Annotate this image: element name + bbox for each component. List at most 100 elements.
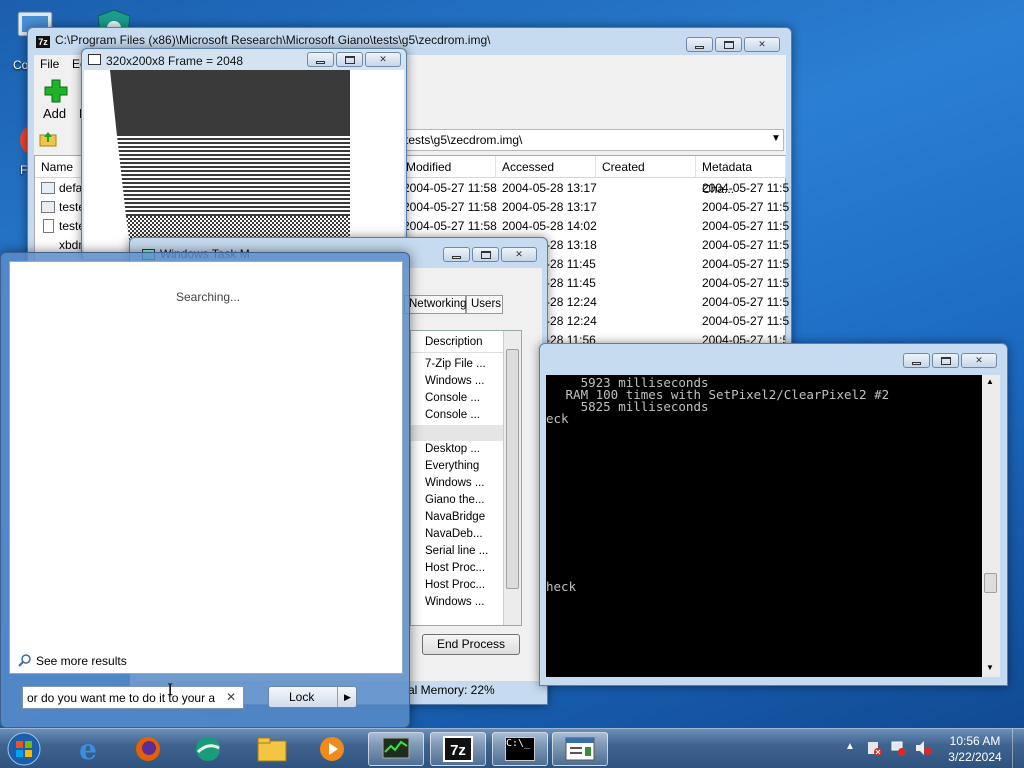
console-line: heck — [546, 579, 577, 594]
process-item[interactable]: Desktop ... — [425, 443, 480, 455]
taskbar-ie-button[interactable]: e — [60, 732, 116, 766]
process-item[interactable]: NavaBridge — [425, 511, 485, 523]
close-icon: ✕ — [515, 249, 523, 259]
network-icon[interactable] — [890, 740, 906, 756]
file-metadata: 2004-05-27 11:5 — [702, 257, 790, 271]
action-center-icon[interactable] — [866, 740, 882, 756]
clock-time: 10:56 AM — [949, 734, 1001, 748]
minimize-icon — [316, 60, 325, 64]
maximize-button[interactable] — [932, 353, 959, 368]
close-button[interactable]: ✕ — [961, 353, 997, 368]
search-input[interactable]: or do you want me to do it to your a ✕ — [22, 686, 244, 709]
taskbar-explorer-button[interactable] — [244, 732, 300, 766]
process-item-selected[interactable] — [411, 425, 503, 441]
file-modified: 2004-05-27 11:58 — [403, 219, 497, 233]
lock-options-arrow-icon[interactable]: ▶ — [337, 687, 357, 707]
clock-date: 3/22/2024 — [948, 750, 1002, 764]
address-dropdown-icon[interactable]: ▼ — [771, 133, 781, 144]
col-modified[interactable]: Modified — [400, 156, 496, 178]
file-metadata: 2004-05-27 11:5 — [702, 314, 790, 328]
end-process-button[interactable]: End Process — [422, 634, 520, 655]
scroll-down-icon[interactable]: ▼ — [986, 663, 994, 672]
add-button[interactable]: Add — [43, 106, 66, 121]
show-desktop-button[interactable] — [1012, 729, 1024, 768]
tab-users[interactable]: Users — [466, 295, 503, 314]
start-results-pane: Searching... See more results — [9, 261, 403, 674]
process-item[interactable]: Console ... — [425, 409, 480, 421]
clear-search-icon[interactable]: ✕ — [226, 690, 236, 704]
file-modified: 2004-05-27 11:58 — [403, 200, 497, 214]
file-accessed: 2004-05-28 14:02 — [502, 219, 597, 233]
process-item[interactable]: Giano the... — [425, 494, 484, 506]
maximize-button[interactable] — [715, 37, 742, 52]
show-hidden-icons-icon[interactable]: ▲ — [845, 741, 855, 752]
text-cursor-icon: I — [167, 680, 174, 699]
maximize-icon — [480, 250, 491, 259]
volume-muted-icon[interactable] — [914, 740, 932, 756]
console-screen[interactable]: 5923 milliseconds RAM 100 times with Set… — [546, 375, 982, 677]
process-item[interactable]: Everything — [425, 460, 479, 472]
col-description[interactable]: Description — [411, 331, 503, 353]
minimize-button[interactable] — [443, 247, 470, 262]
taskbar-app-button[interactable] — [180, 732, 236, 766]
scroll-thumb[interactable] — [506, 349, 519, 589]
process-list-scrollbar[interactable] — [503, 331, 521, 625]
maximize-button[interactable] — [336, 52, 363, 67]
close-icon: ✕ — [975, 355, 983, 365]
minimize-button[interactable] — [903, 353, 930, 368]
process-item[interactable]: Host Proc... — [425, 579, 485, 591]
taskbar-taskmgr-button[interactable] — [368, 732, 424, 766]
process-item[interactable]: 7-Zip File ... — [425, 358, 486, 370]
start-button[interactable] — [4, 730, 44, 768]
status-memory: al Memory: 22% — [408, 683, 495, 697]
col-created[interactable]: Created — [596, 156, 696, 178]
col-metadata[interactable]: Metadata Cha... — [696, 156, 786, 196]
taskbar-firefox-button[interactable] — [120, 732, 176, 766]
process-item[interactable]: Windows ... — [425, 375, 484, 387]
maximize-icon — [344, 55, 355, 64]
process-item[interactable]: Windows ... — [425, 477, 484, 489]
taskbar-media-button[interactable] — [304, 732, 360, 766]
lock-button[interactable]: Lock ▶ — [268, 686, 357, 708]
console-line: 5825 milliseconds — [558, 399, 709, 414]
menu-file[interactable]: File — [40, 57, 59, 71]
file-name: defa — [59, 181, 83, 195]
file-metadata: 2004-05-27 11:5 — [702, 295, 790, 309]
col-accessed[interactable]: Accessed — [496, 156, 596, 178]
minimize-button[interactable] — [307, 52, 334, 67]
close-button[interactable]: ✕ — [744, 37, 780, 52]
process-item[interactable]: Serial line ... — [425, 545, 488, 557]
scroll-thumb[interactable] — [984, 573, 997, 593]
taskbar-frame-button[interactable] — [552, 732, 608, 766]
minimize-icon — [695, 45, 704, 49]
process-item[interactable]: Host Proc... — [425, 562, 485, 574]
close-button[interactable]: ✕ — [501, 247, 537, 262]
scroll-up-icon[interactable]: ▲ — [986, 377, 994, 386]
sevenzip-app-icon: 7z — [36, 36, 50, 48]
process-item[interactable]: NavaDeb... — [425, 528, 483, 540]
process-item[interactable]: Console ... — [425, 392, 480, 404]
up-folder-icon[interactable] — [39, 131, 57, 147]
folder-icon — [257, 737, 287, 762]
maximize-button[interactable] — [472, 247, 499, 262]
searching-text: Searching... — [176, 290, 241, 304]
clock[interactable]: 10:56 AM 3/22/2024 — [940, 733, 1010, 765]
task-manager-icon — [382, 737, 410, 759]
file-accessed: 2004-05-28 13:17 — [502, 181, 597, 195]
file-icon — [41, 201, 55, 213]
close-button[interactable]: ✕ — [365, 52, 401, 67]
sevenzip-icon: 7z — [443, 736, 473, 762]
taskbar-console-button[interactable]: C:\_ — [492, 732, 548, 766]
process-list[interactable]: Description 7-Zip File ... Windows ... C… — [410, 330, 522, 626]
taskbar-7zip-button[interactable]: 7z — [430, 732, 486, 766]
minimize-button[interactable] — [686, 37, 713, 52]
file-icon — [41, 182, 55, 194]
console-scrollbar[interactable]: ▲ ▼ — [982, 375, 1000, 677]
process-item[interactable]: Windows ... — [425, 596, 484, 608]
see-more-results-link[interactable]: See more results — [36, 654, 127, 668]
console-line: eck — [546, 411, 569, 426]
file-metadata: 2004-05-27 11:5 — [702, 276, 790, 290]
tab-networking[interactable]: Networking — [404, 295, 467, 314]
window-app-icon — [565, 737, 595, 761]
frame-canvas — [84, 70, 404, 259]
